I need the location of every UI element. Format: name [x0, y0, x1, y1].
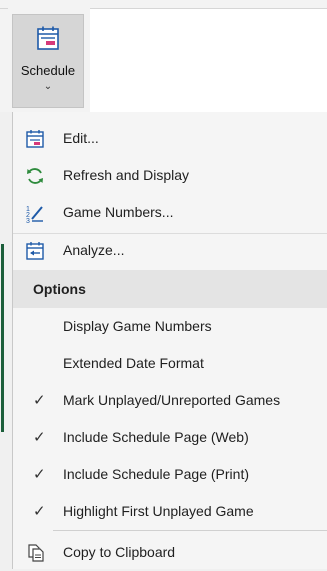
menu-item-copy-to-clipboard[interactable]: Copy to Clipboard: [13, 534, 327, 571]
menu-item-refresh-and-display[interactable]: Refresh and Display: [13, 157, 327, 194]
option-include-schedule-page-web[interactable]: ✓ Include Schedule Page (Web): [13, 419, 327, 456]
schedule-edit-icon: [26, 130, 44, 148]
checkmark-icon: ✓: [33, 392, 46, 409]
option-label: Mark Unplayed/Unreported Games: [63, 392, 281, 408]
checkmark-icon: ✓: [33, 429, 46, 446]
option-extended-date-format[interactable]: Extended Date Format: [13, 345, 327, 382]
schedule-label: Schedule: [20, 63, 76, 78]
game-numbers-icon: 1 2 3: [26, 206, 43, 223]
menu-item-game-numbers[interactable]: 1 2 3 Game Numbers...: [13, 194, 327, 231]
option-highlight-first-unplayed-game[interactable]: ✓ Highlight First Unplayed Game: [13, 493, 327, 530]
schedule-icon: [37, 26, 59, 50]
option-label: Display Game Numbers: [63, 318, 212, 334]
menu-item-analyze[interactable]: Analyze...: [13, 232, 327, 269]
option-display-game-numbers[interactable]: Display Game Numbers: [13, 308, 327, 345]
menu-item-label: Edit...: [63, 130, 99, 146]
option-label: Extended Date Format: [63, 355, 204, 371]
options-header-label: Options: [33, 281, 86, 297]
menu-item-edit[interactable]: Edit...: [13, 120, 327, 157]
option-mark-unplayed-unreported-games[interactable]: ✓ Mark Unplayed/Unreported Games: [13, 382, 327, 419]
schedule-ribbon-button[interactable]: Schedule ⌄: [12, 14, 84, 108]
options-section-header: Options: [13, 270, 327, 308]
checkmark-icon: ✓: [33, 466, 46, 483]
window-edge-accent: [1, 244, 4, 432]
menu-item-label: Analyze...: [63, 242, 125, 258]
analyze-icon: [26, 242, 44, 260]
option-label: Include Schedule Page (Web): [63, 429, 249, 445]
refresh-icon: [27, 168, 43, 184]
checkmark-icon: ✓: [33, 503, 46, 520]
menu-item-label: Copy to Clipboard: [63, 544, 176, 560]
option-label: Include Schedule Page (Print): [63, 466, 249, 482]
schedule-dropdown-menu: Edit... Refresh and Display 1 2 3 Game N…: [1, 112, 327, 571]
copy-icon: [28, 544, 44, 562]
menu-item-label: Game Numbers...: [63, 204, 174, 220]
chevron-down-icon: ⌄: [43, 81, 53, 92]
ribbon-divider: [0, 8, 8, 9]
svg-text:3: 3: [26, 218, 30, 223]
menu-item-label: Refresh and Display: [63, 167, 190, 183]
option-include-schedule-page-print[interactable]: ✓ Include Schedule Page (Print): [13, 456, 327, 493]
ribbon-content-area: [90, 8, 327, 113]
menu-divider: [53, 530, 327, 531]
option-label: Highlight First Unplayed Game: [63, 503, 254, 519]
